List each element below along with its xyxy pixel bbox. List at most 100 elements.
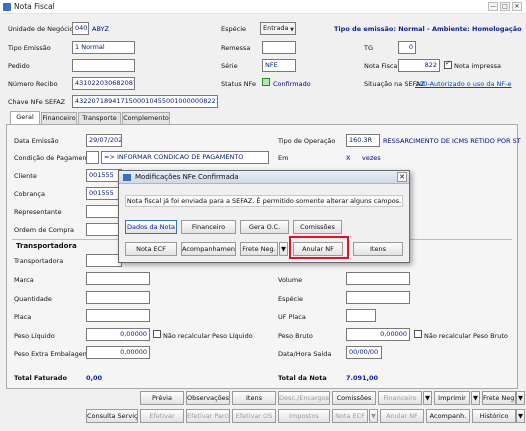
- dialog-frete-neg-button[interactable]: Frete Neg.: [240, 242, 278, 256]
- status-indicator-icon: [262, 78, 270, 86]
- sefaz-status-link[interactable]: 100-Autorizado o uso da NF-e: [415, 80, 511, 88]
- window-controls: — □ ✕: [486, 2, 522, 11]
- frete-dropdown-icon[interactable]: ▼: [516, 391, 525, 405]
- previa-button[interactable]: Prévia: [140, 391, 184, 405]
- em-label: Em: [278, 154, 289, 162]
- total-faturado-label: Total Faturado: [14, 374, 67, 382]
- comissoes-button[interactable]: Comissões: [332, 391, 376, 405]
- condicao-code-field[interactable]: [86, 151, 99, 164]
- serie-field[interactable]: NFE: [262, 59, 296, 72]
- acompanh-button[interactable]: Acompanh.: [426, 409, 470, 423]
- pedido-field[interactable]: [72, 59, 135, 72]
- app-icon: [3, 3, 11, 11]
- total-nota-label: Total da Nota: [278, 374, 327, 382]
- minimize-button[interactable]: —: [488, 2, 498, 11]
- observacoes-button[interactable]: Observações: [186, 391, 230, 405]
- condicao-desc-field[interactable]: => INFORMAR CONDICAO DE PAGAMENTO: [101, 151, 269, 164]
- tab-geral[interactable]: Geral: [10, 111, 40, 124]
- volume-label: Volume: [278, 276, 303, 284]
- close-button[interactable]: ✕: [512, 2, 522, 11]
- gera-oc-button[interactable]: Gera O.C.: [240, 220, 289, 234]
- serie-label: Série: [221, 62, 238, 70]
- placa-field[interactable]: [86, 309, 150, 322]
- dados-da-nota-button[interactable]: Dados da Nota: [125, 220, 177, 234]
- cobranca-field[interactable]: 001555: [86, 187, 122, 200]
- historico-button[interactable]: Histórico: [472, 409, 516, 423]
- transportadora-field[interactable]: [86, 254, 122, 267]
- recibo-field[interactable]: 431022030682087: [72, 77, 135, 90]
- impostos-button[interactable]: Impostos: [278, 409, 330, 423]
- nota-ecf-dropdown-icon[interactable]: ▼: [369, 409, 378, 423]
- desc-encargos-button[interactable]: Desc./Encargos: [278, 391, 330, 405]
- nota-ecf-button[interactable]: Nota ECF: [332, 409, 368, 423]
- peso-liquido-field[interactable]: 0,00000: [86, 328, 150, 341]
- tipo-operacao-label: Tipo de Operação: [278, 137, 336, 145]
- financeiro-button[interactable]: Financeiro: [378, 391, 422, 405]
- cliente-field[interactable]: 001555: [86, 169, 122, 182]
- especie-volume-field[interactable]: [346, 291, 410, 304]
- dialog-comissoes-button[interactable]: Comissões: [293, 220, 342, 234]
- frete-neg-button[interactable]: Frete Neg.: [482, 391, 516, 405]
- dialog-message: Nota fiscal já foi enviada para a SEFAZ.…: [125, 195, 403, 207]
- tg-field[interactable]: 0: [398, 41, 416, 54]
- title-bar: Nota Fiscal — □ ✕: [0, 0, 526, 14]
- historico-dropdown-icon[interactable]: ▼: [516, 409, 525, 423]
- dialog-nota-ecf-button[interactable]: Nota ECF: [125, 242, 177, 256]
- dialog-frete-dropdown-icon[interactable]: ▼: [279, 242, 288, 256]
- transportadora-label: Transportadora: [14, 257, 64, 265]
- anular-nf-button[interactable]: Anular NF: [380, 409, 424, 423]
- peso-bruto-field[interactable]: 0,00000: [346, 328, 410, 341]
- condicao-label: Condição de Pagamento: [14, 154, 94, 162]
- nota-impressa-checkbox[interactable]: [444, 59, 452, 69]
- peso-extra-field[interactable]: 0,00000: [86, 346, 150, 359]
- volume-field[interactable]: [346, 272, 410, 285]
- tipo-emissao-label: Tipo Emissão: [8, 44, 51, 52]
- em-x: X: [346, 154, 351, 162]
- imprimir-button[interactable]: Imprimir: [434, 391, 470, 405]
- dialog-app-icon: [123, 174, 131, 181]
- tab-financeiro[interactable]: Financeiro: [41, 112, 77, 124]
- especie-label: Espécie: [221, 25, 246, 33]
- tipo-operacao-desc: RESSARCIMENTO DE ICMS RETIDO POR ST: [383, 137, 521, 145]
- unidade-name: ABYZ: [92, 25, 109, 33]
- efetivar-parcial-button[interactable]: Efetivar Parcial: [186, 409, 230, 423]
- unidade-code-field[interactable]: 040: [72, 22, 89, 35]
- dialog-title: Modificações NFe Confirmada: [135, 173, 239, 181]
- efetivar-os-button[interactable]: Efetivar OS: [232, 409, 276, 423]
- dialog-financeiro-button[interactable]: Financeiro: [181, 220, 236, 234]
- total-faturado-value: 0,00: [86, 374, 103, 382]
- efetivar-button[interactable]: Efetivar: [140, 409, 184, 423]
- uf-placa-field[interactable]: [346, 309, 376, 322]
- tab-complemento[interactable]: Complemento: [122, 112, 170, 124]
- nao-recalc-liquido-checkbox[interactable]: [153, 330, 161, 338]
- consulta-servicos-button[interactable]: Consulta Serviços: [86, 409, 138, 423]
- marca-label: Marca: [14, 276, 34, 284]
- chave-field[interactable]: 4322071894171500010455001000000822117799…: [72, 95, 218, 108]
- tab-transporte[interactable]: Transporte: [78, 112, 121, 124]
- itens-button[interactable]: Itens: [232, 391, 276, 405]
- chevron-down-icon: ▼: [290, 27, 294, 33]
- especie-select[interactable]: Entrada ▼: [260, 22, 296, 35]
- ordem-compra-label: Ordem de Compra: [14, 226, 75, 234]
- dialog-acompanhamento-button[interactable]: Acompanhamento: [181, 242, 236, 256]
- maximize-button[interactable]: □: [500, 2, 510, 11]
- data-saida-field[interactable]: 00/00/00: [346, 346, 382, 359]
- total-nota-value: 7.091,00: [346, 374, 379, 382]
- data-emissao-label: Data Emissão: [14, 137, 59, 145]
- uf-placa-label: UF Placa: [278, 313, 306, 321]
- financeiro-dropdown-icon[interactable]: ▼: [423, 391, 432, 405]
- data-emissao-field[interactable]: 29/07/2022: [86, 134, 122, 147]
- quantidade-field[interactable]: [86, 291, 150, 304]
- remessa-field[interactable]: [262, 41, 296, 54]
- tipo-operacao-code-field[interactable]: 160.3R: [346, 134, 380, 147]
- ordem-compra-field[interactable]: [86, 223, 122, 236]
- dialog-close-button[interactable]: ✕: [397, 172, 407, 182]
- status-label: Status NFe: [221, 80, 257, 88]
- nota-fiscal-field[interactable]: 822: [398, 59, 440, 72]
- marca-field[interactable]: [86, 272, 150, 285]
- nao-recalc-bruto-checkbox[interactable]: [414, 330, 422, 338]
- imprimir-dropdown-icon[interactable]: ▼: [471, 391, 480, 405]
- dialog-itens-button[interactable]: Itens: [353, 242, 403, 256]
- tipo-emissao-field[interactable]: 1 Normal: [72, 41, 135, 54]
- representante-field[interactable]: [86, 205, 122, 218]
